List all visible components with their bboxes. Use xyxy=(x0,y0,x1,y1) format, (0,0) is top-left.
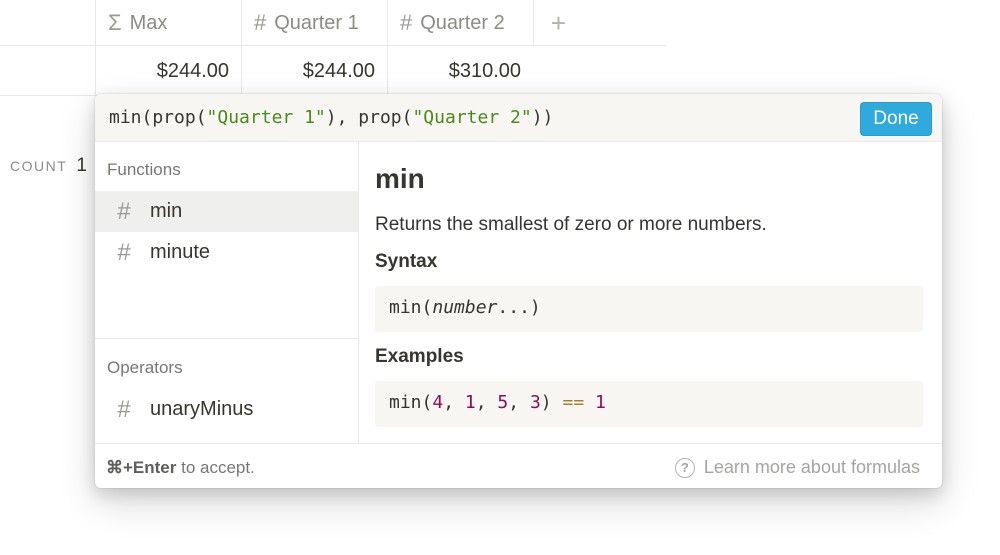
code-text: min( xyxy=(389,392,433,413)
column-header-quarter-1[interactable]: # Quarter 1 xyxy=(241,0,388,46)
syntax-title: Syntax xyxy=(375,251,438,272)
column-header-quarter-2[interactable]: # Quarter 2 xyxy=(387,0,534,46)
syntax-code: min(number...) xyxy=(375,286,923,332)
formula-bar: min(prop("Quarter 1"), prop("Quarter 2")… xyxy=(95,94,942,142)
accept-hint: ⌘+Enter to accept. xyxy=(106,458,255,478)
formula-editor-popup: min(prop("Quarter 1"), prop("Quarter 2")… xyxy=(95,94,942,488)
hint-text: to accept. xyxy=(176,458,255,477)
count-value: 1 xyxy=(76,155,87,176)
add-column-button[interactable]: + xyxy=(533,0,583,46)
column-label: Quarter 1 xyxy=(274,11,359,34)
code-text: min( xyxy=(389,297,433,318)
column-label: Max xyxy=(129,11,168,34)
hash-icon: # xyxy=(117,238,131,266)
done-button[interactable]: Done xyxy=(860,102,932,136)
table-row: $244.00 $244.00 $310.00 xyxy=(0,46,534,96)
sigma-icon: Σ xyxy=(108,10,122,35)
functions-section-title: Functions xyxy=(107,160,181,179)
operator-item-unaryminus[interactable]: # unaryMinus xyxy=(95,389,358,430)
formula-text: min(prop( xyxy=(109,107,207,128)
function-item-label: minute xyxy=(150,241,211,263)
count-summary[interactable]: COUNT 1 xyxy=(10,155,87,177)
table-cell-quarter-1[interactable]: $244.00 xyxy=(241,46,388,96)
function-item-label: min xyxy=(150,200,183,222)
code-text: , xyxy=(443,392,465,413)
code-number: 4 xyxy=(432,392,444,413)
table-cell-quarter-2[interactable]: $310.00 xyxy=(387,46,534,96)
function-detail: min Returns the smallest of zero or more… xyxy=(375,142,925,443)
hash-icon: # xyxy=(117,395,131,423)
shortcut-key: ⌘+Enter xyxy=(106,458,177,477)
code-operator: == xyxy=(562,392,585,413)
formula-input[interactable]: min(prop("Quarter 1"), prop("Quarter 2")… xyxy=(109,107,553,128)
code-text: ) xyxy=(540,392,563,413)
function-name: min xyxy=(375,163,425,194)
function-description: Returns the smallest of zero or more num… xyxy=(375,214,767,235)
operator-item-label: unaryMinus xyxy=(150,398,254,420)
code-text: , xyxy=(475,392,498,413)
code-number: 1 xyxy=(595,392,606,413)
count-label: COUNT xyxy=(10,158,68,174)
examples-title: Examples xyxy=(375,346,464,367)
formula-text: )) xyxy=(531,107,554,128)
help-icon: ? xyxy=(674,457,695,478)
function-item-minute[interactable]: # minute xyxy=(95,232,358,273)
example-code: min(4, 1, 5, 3) == 1 xyxy=(375,381,923,427)
hash-icon: # xyxy=(254,10,267,35)
learn-more-link[interactable]: ? Learn more about formulas xyxy=(674,457,920,478)
learn-more-label: Learn more about formulas xyxy=(703,457,920,477)
table-cell-max[interactable]: $244.00 xyxy=(95,46,242,96)
operators-section-title: Operators xyxy=(107,358,183,377)
hash-icon: # xyxy=(117,197,131,225)
table-header: Σ Max # Quarter 1 # Quarter 2 + xyxy=(0,0,666,46)
code-text: ...) xyxy=(497,297,541,318)
code-arg: number xyxy=(432,297,498,318)
function-item-min[interactable]: # min xyxy=(95,191,358,232)
divider xyxy=(95,338,358,339)
column-label: Quarter 2 xyxy=(420,11,505,34)
formula-text: ), prop( xyxy=(325,107,413,128)
function-list: Functions # min # minute Operators # una… xyxy=(95,142,359,443)
code-text: , xyxy=(508,392,530,413)
formula-string: "Quarter 2" xyxy=(412,107,532,128)
formula-string: "Quarter 1" xyxy=(206,107,326,128)
hash-icon: # xyxy=(400,10,413,35)
popup-footer: ⌘+Enter to accept. ? Learn more about fo… xyxy=(95,443,942,488)
column-header-max[interactable]: Σ Max xyxy=(95,0,242,46)
code-number: 5 xyxy=(497,392,509,413)
code-number: 1 xyxy=(464,392,476,413)
code-number: 3 xyxy=(529,392,541,413)
plus-icon: + xyxy=(550,7,567,38)
